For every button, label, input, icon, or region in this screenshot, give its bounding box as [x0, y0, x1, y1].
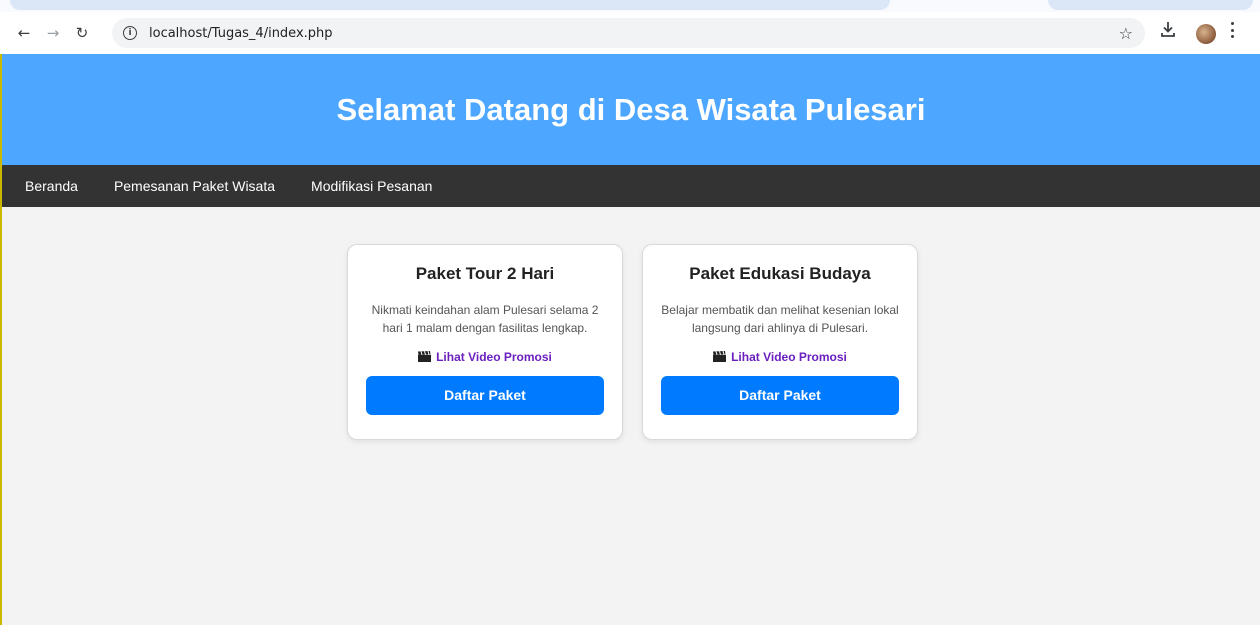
clapper-board-icon — [713, 351, 727, 362]
nav-link-pemesanan[interactable]: Pemesanan Paket Wisata — [114, 178, 275, 194]
download-icon[interactable] — [1159, 20, 1177, 38]
promo-video-link[interactable]: Lihat Video Promosi — [713, 350, 847, 364]
promo-link-label[interactable]: Lihat Video Promosi — [731, 350, 847, 364]
card-title: Paket Edukasi Budaya — [689, 264, 871, 283]
site-info-icon[interactable]: i — [123, 26, 137, 40]
package-card: Paket Tour 2 Hari Nikmati keindahan alam… — [347, 244, 623, 440]
kebab-menu-icon[interactable] — [1229, 22, 1235, 38]
page-content: Selamat Datang di Desa Wisata Pulesari B… — [0, 54, 1260, 625]
card-title: Paket Tour 2 Hari — [415, 264, 555, 283]
address-bar[interactable]: i localhost/Tugas_4/index.php ☆ — [112, 18, 1145, 48]
promo-link-label[interactable]: Lihat Video Promosi — [436, 350, 552, 364]
package-card: Paket Edukasi Budaya Belajar membatik da… — [642, 244, 918, 440]
card-description: Nikmati keindahan alam Pulesari selama 2… — [371, 303, 599, 335]
browser-tab[interactable] — [1048, 0, 1253, 10]
back-arrow-icon[interactable]: ← — [13, 22, 35, 44]
tab-strip — [0, 0, 1260, 12]
star-icon[interactable]: ☆ — [1119, 24, 1133, 43]
browser-tab[interactable] — [10, 0, 890, 10]
daftar-paket-button[interactable]: Daftar Paket — [366, 375, 604, 415]
hero-header: Selamat Datang di Desa Wisata Pulesari — [2, 54, 1260, 165]
url-text[interactable]: localhost/Tugas_4/index.php — [149, 26, 333, 41]
daftar-paket-button[interactable]: Daftar Paket — [661, 375, 899, 415]
promo-video-link[interactable]: Lihat Video Promosi — [418, 350, 552, 364]
page-title: Selamat Datang di Desa Wisata Pulesari — [336, 91, 926, 127]
profile-avatar[interactable] — [1196, 24, 1216, 44]
nav-link-beranda[interactable]: Beranda — [25, 178, 78, 194]
package-cards: Paket Tour 2 Hari Nikmati keindahan alam… — [347, 244, 918, 440]
main-nav: Beranda Pemesanan Paket Wisata Modifikas… — [2, 165, 1260, 207]
card-description: Belajar membatik dan melihat kesenian lo… — [661, 303, 899, 335]
nav-link-modifikasi[interactable]: Modifikasi Pesanan — [311, 178, 432, 194]
forward-arrow-icon[interactable]: → — [42, 22, 64, 44]
reload-icon[interactable]: ↻ — [71, 22, 93, 44]
clapper-board-icon — [418, 351, 432, 362]
browser-toolbar: ← → ↻ i localhost/Tugas_4/index.php ☆ — [0, 12, 1260, 54]
